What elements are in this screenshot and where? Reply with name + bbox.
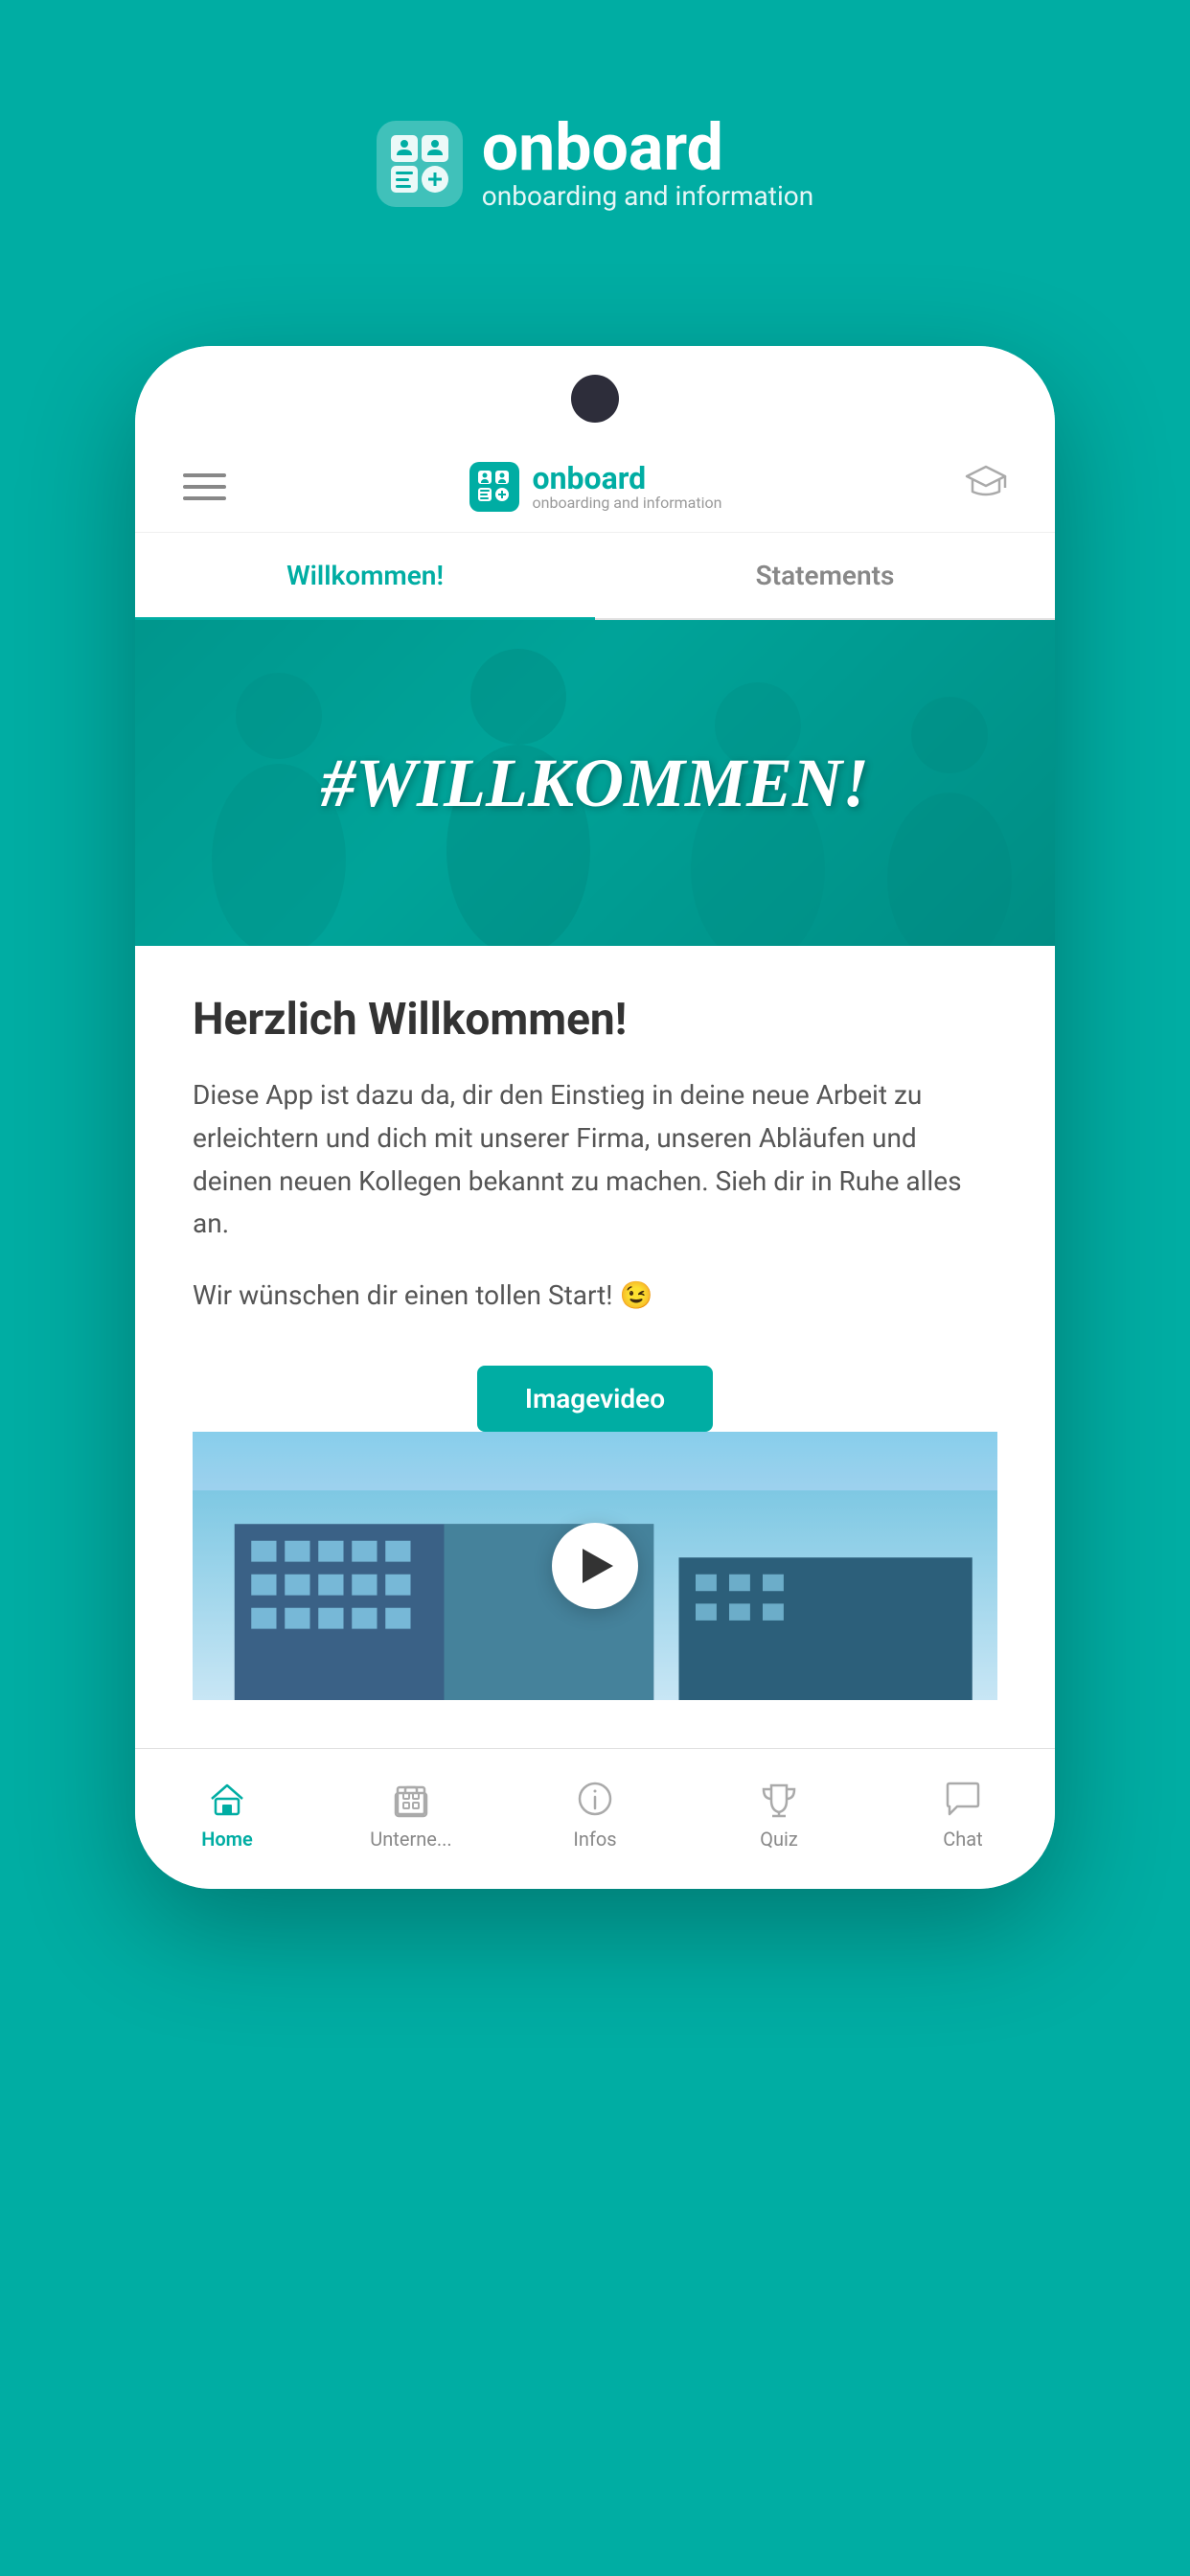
quiz-icon <box>758 1778 800 1820</box>
nav-label-chat: Chat <box>943 1828 982 1851</box>
nav-item-chat[interactable]: Chat <box>871 1768 1055 1860</box>
building-icon <box>390 1778 432 1820</box>
hamburger-line-3 <box>183 496 226 500</box>
header-logo-title: onboard <box>482 115 813 180</box>
video-label: Imagevideo <box>477 1366 713 1432</box>
nav-label-infos: Infos <box>573 1828 616 1851</box>
background-header: onboard onboarding and information <box>0 0 1190 288</box>
hamburger-line-2 <box>183 485 226 489</box>
hero-text: #WILLKOMMEN! <box>321 744 869 823</box>
phone-top-bar <box>135 346 1055 442</box>
phone-camera <box>571 375 619 423</box>
phone-mockup: onboard onboarding and information Willk… <box>135 346 1055 1889</box>
app-subtitle: onboarding and information <box>533 494 722 512</box>
app-logo-icon <box>469 462 519 512</box>
welcome-body: Diese App ist dazu da, dir den Einstieg … <box>193 1074 997 1246</box>
main-content: Herzlich Willkommen! Diese App ist dazu … <box>135 946 1055 1748</box>
header-logo-subtitle: onboarding and information <box>482 180 813 212</box>
graduation-cap-icon[interactable] <box>965 461 1007 513</box>
nav-item-home[interactable]: Home <box>135 1768 319 1860</box>
welcome-line: Wir wünschen dir einen tollen Start! 😉 <box>193 1275 997 1318</box>
home-icon <box>206 1778 248 1820</box>
app-logo-text-area: onboard onboarding and information <box>533 463 722 512</box>
welcome-title: Herzlich Willkommen! <box>193 994 997 1046</box>
nav-label-quiz: Quiz <box>760 1828 798 1851</box>
header-logo-icon <box>377 121 463 207</box>
tab-willkommen[interactable]: Willkommen! <box>135 533 595 618</box>
header-logo-text: onboard onboarding and information <box>482 115 813 212</box>
nav-item-infos[interactable]: Infos <box>503 1768 687 1860</box>
hamburger-line-1 <box>183 473 226 477</box>
app-logo: onboard onboarding and information <box>469 462 722 512</box>
nav-item-unternehmen[interactable]: Unterne... <box>319 1768 503 1860</box>
chat-icon <box>942 1778 984 1820</box>
tab-bar: Willkommen! Statements <box>135 533 1055 620</box>
info-icon <box>574 1778 616 1820</box>
tab-statements[interactable]: Statements <box>595 533 1055 618</box>
app-header: onboard onboarding and information <box>135 442 1055 533</box>
nav-label-unternehmen: Unterne... <box>370 1828 451 1851</box>
nav-item-quiz[interactable]: Quiz <box>687 1768 871 1860</box>
bottom-navigation: Home Unterne... Infos <box>135 1748 1055 1889</box>
hamburger-menu-button[interactable] <box>183 473 226 500</box>
nav-label-home: Home <box>201 1828 253 1851</box>
play-triangle-icon <box>583 1549 613 1583</box>
header-logo: onboard onboarding and information <box>377 115 813 212</box>
video-thumbnail[interactable] <box>193 1432 997 1700</box>
video-play-button[interactable] <box>552 1523 638 1609</box>
video-section: Imagevideo <box>193 1366 997 1700</box>
hero-banner: #WILLKOMMEN! <box>135 620 1055 946</box>
app-title: onboard <box>533 463 722 494</box>
